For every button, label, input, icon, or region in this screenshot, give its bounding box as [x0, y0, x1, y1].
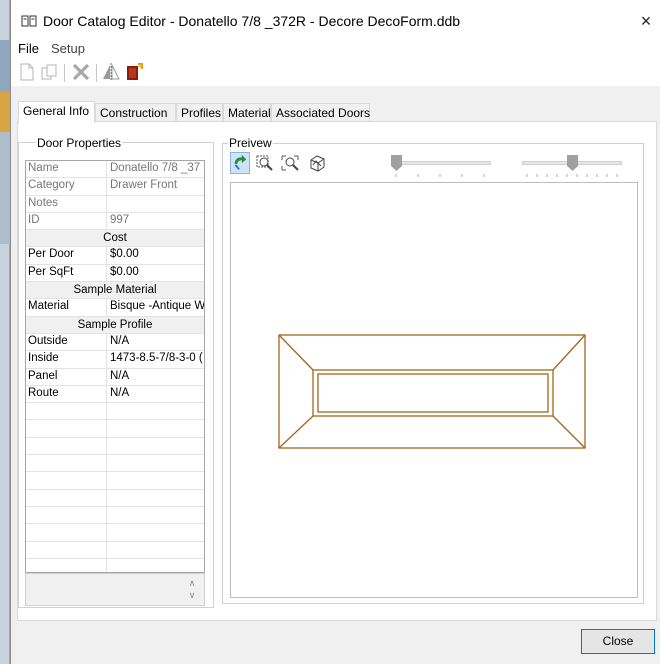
property-row[interactable]: Per SqFt $0.00: [26, 265, 204, 283]
background-window-strip: [0, 0, 10, 664]
grid-section-header[interactable]: Cost: [26, 230, 204, 248]
property-key: ID: [28, 213, 40, 226]
grid-section-header[interactable]: Sample Profile: [26, 316, 204, 334]
property-value[interactable]: 1473-8.5-7/8-3-0 (: [110, 352, 203, 364]
tab-general-info[interactable]: General Info: [18, 101, 95, 123]
empty-row: [26, 559, 204, 572]
property-value[interactable]: $0.00: [110, 248, 139, 260]
property-row[interactable]: Route N/A: [26, 386, 204, 404]
section-label: Cost: [103, 232, 127, 245]
property-key: Notes: [28, 196, 59, 209]
property-key: Name: [28, 162, 59, 174]
toolbar: [11, 58, 660, 86]
preview-legend: Preivew: [228, 136, 273, 150]
mirror-icon[interactable]: [101, 62, 121, 82]
menu-setup[interactable]: Setup: [51, 41, 85, 56]
property-key: Per SqFt: [28, 265, 74, 278]
book-icon: [21, 15, 37, 27]
property-key: Panel: [28, 369, 58, 382]
property-key: Outside: [28, 334, 68, 347]
preview-canvas[interactable]: [230, 182, 638, 598]
tab-associated-doors[interactable]: Associated Doors: [271, 103, 370, 122]
property-value[interactable]: Bisque -Antique W: [110, 300, 204, 312]
property-value[interactable]: N/A: [110, 370, 129, 382]
tab-construction[interactable]: Construction: [95, 103, 176, 122]
property-row[interactable]: Notes: [26, 196, 204, 213]
zoom-extents-icon[interactable]: [280, 152, 300, 174]
slider-2-thumb[interactable]: [566, 155, 578, 171]
property-row[interactable]: Per Door $0.00: [26, 247, 204, 265]
scroll-up-icon[interactable]: ∧: [186, 578, 198, 590]
menu-bar: File Setup: [11, 38, 660, 58]
property-row[interactable]: Name Donatello 7/8 _37: [26, 161, 204, 179]
section-label: Sample Profile: [77, 318, 153, 331]
scroll-down-icon[interactable]: ∨: [186, 590, 198, 602]
tab-profiles[interactable]: Profiles: [176, 103, 223, 122]
empty-row: [26, 524, 204, 542]
property-key: Route: [28, 386, 59, 399]
menu-file[interactable]: File: [18, 41, 39, 56]
new-icon[interactable]: [17, 62, 37, 82]
zoom-window-icon[interactable]: [255, 152, 275, 174]
door-properties-legend: Door Properties: [36, 136, 123, 150]
grid-footer: [25, 573, 205, 606]
property-value[interactable]: Donatello 7/8 _37: [110, 162, 200, 174]
empty-row: [26, 438, 204, 456]
property-key: Inside: [28, 352, 59, 365]
empty-row: [26, 490, 204, 507]
empty-row: [26, 403, 204, 421]
property-row[interactable]: Outside N/A: [26, 334, 204, 352]
door-color-icon[interactable]: [124, 62, 144, 82]
property-row[interactable]: Material Bisque -Antique W: [26, 299, 204, 317]
door-drawing: [278, 334, 586, 449]
property-key: Per Door: [28, 248, 75, 261]
properties-grid[interactable]: Name Donatello 7/8 _37 Category Drawer Fron…: [25, 160, 205, 573]
copy-icon[interactable]: [39, 62, 59, 82]
empty-row: [26, 472, 204, 490]
property-row[interactable]: Category Drawer Front: [26, 178, 204, 196]
property-value[interactable]: 997: [110, 214, 129, 226]
grid-scroll-buttons[interactable]: ∧ ∨: [186, 578, 198, 602]
property-row[interactable]: ID 997: [26, 213, 204, 231]
empty-row: [26, 542, 204, 559]
preview-slider-1[interactable]: [391, 155, 491, 177]
property-key: Category: [28, 179, 75, 192]
preview-slider-2[interactable]: [522, 155, 622, 177]
rotate-icon[interactable]: [230, 152, 250, 174]
empty-row: [26, 420, 204, 438]
empty-row: [26, 455, 204, 473]
property-value[interactable]: N/A: [110, 387, 129, 399]
property-row[interactable]: Inside 1473-8.5-7/8-3-0 (: [26, 351, 204, 369]
property-row[interactable]: Panel N/A: [26, 369, 204, 386]
window-title: Door Catalog Editor - Donatello 7/8 _372…: [43, 13, 461, 29]
property-key: Material: [28, 300, 69, 313]
property-value[interactable]: $0.00: [110, 266, 139, 278]
tab-material[interactable]: Material: [223, 103, 271, 122]
grid-section-header[interactable]: Sample Material: [26, 282, 204, 300]
section-label: Sample Material: [73, 284, 157, 297]
delete-icon[interactable]: [71, 62, 91, 82]
property-value[interactable]: N/A: [110, 335, 129, 347]
empty-row: [26, 507, 204, 525]
close-button[interactable]: Close: [581, 629, 655, 654]
slider-1-thumb[interactable]: [391, 155, 402, 171]
3d-view-icon[interactable]: [307, 152, 327, 174]
close-window-button[interactable]: ×: [636, 10, 656, 32]
property-value[interactable]: Drawer Front: [110, 179, 177, 191]
